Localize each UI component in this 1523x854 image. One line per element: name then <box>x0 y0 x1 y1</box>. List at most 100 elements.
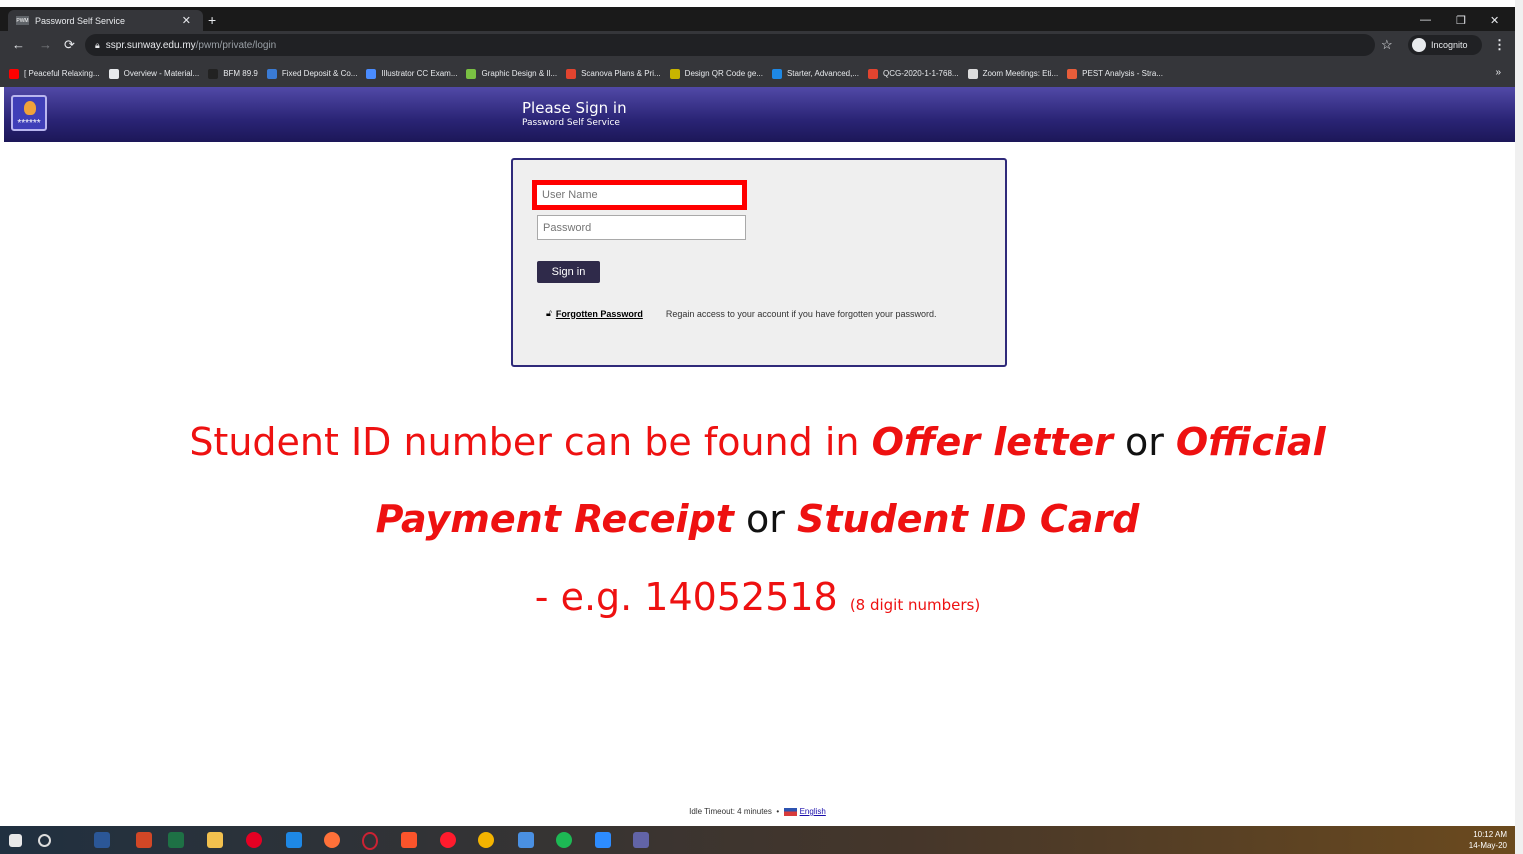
forward-icon[interactable]: → <box>39 37 52 52</box>
close-window-icon[interactable]: ✕ <box>1490 14 1499 27</box>
bookmark-item[interactable]: Graphic Design & Il... <box>466 68 558 79</box>
chrome-icon[interactable] <box>478 832 494 848</box>
spotify-icon[interactable] <box>556 832 572 848</box>
payment-receipt-text: Payment Receipt <box>375 497 734 541</box>
bookmark-item[interactable]: [ Peaceful Relaxing... <box>9 68 100 79</box>
search-icon[interactable] <box>38 834 51 847</box>
bookmark-favicon-icon <box>208 68 219 79</box>
meeting-app-icon[interactable] <box>518 832 534 848</box>
incognito-badge[interactable]: Incognito <box>1408 35 1482 55</box>
bookmark-favicon-icon <box>1067 68 1078 79</box>
windows-start-icon[interactable] <box>9 834 22 847</box>
menu-dots-icon[interactable]: ⋮ <box>1493 37 1506 53</box>
login-panel: Sign in 🔓︎ Forgotten Password Regain acc… <box>511 158 1007 367</box>
windows-taskbar: 10:12 AM 14-May-20 <box>0 826 1515 854</box>
taskbar-clock[interactable]: 10:12 AM 14-May-20 <box>1469 829 1507 851</box>
language-link[interactable]: English <box>800 807 826 816</box>
close-tab-icon[interactable]: ✕ <box>182 14 191 27</box>
bookmark-item[interactable]: BFM 89.9 <box>208 68 258 79</box>
reload-icon[interactable]: ⟳ <box>64 37 75 53</box>
bookmark-item[interactable]: Overview - Material... <box>108 68 200 79</box>
bookmark-favicon-icon <box>669 68 680 79</box>
lock-icon: 🔒︎ <box>95 39 100 50</box>
brave-icon[interactable] <box>401 832 417 848</box>
powerpoint-icon[interactable] <box>136 832 152 848</box>
bookmark-label: Overview - Material... <box>123 69 200 78</box>
bookmark-favicon-icon <box>466 68 477 79</box>
page-title: Please Sign in <box>522 99 627 117</box>
url-path: /pwm/private/login <box>195 39 277 51</box>
bookmark-label: Illustrator CC Exam... <box>381 69 458 78</box>
firefox-icon[interactable] <box>324 832 340 848</box>
word-icon[interactable] <box>94 832 110 848</box>
student-id-card-text: Student ID Card <box>796 497 1140 541</box>
instruction-line-1: Student ID number can be found in Offer … <box>0 420 1515 464</box>
page-subtitle: Password Self Service <box>522 118 620 128</box>
bookmark-label: Scanova Plans & Pri... <box>581 69 661 78</box>
new-tab-icon[interactable]: + <box>208 12 216 28</box>
bookmark-favicon-icon <box>867 68 878 79</box>
pinterest-icon[interactable] <box>246 832 262 848</box>
bookmark-label: Starter, Advanced,... <box>786 69 859 78</box>
bookmark-favicon-icon <box>9 68 19 79</box>
incognito-icon <box>1412 38 1426 52</box>
clock-date: 14-May-20 <box>1468 841 1507 850</box>
bookmark-item[interactable]: Illustrator CC Exam... <box>366 68 458 79</box>
bookmark-label: Fixed Deposit & Co... <box>281 69 358 78</box>
password-input[interactable] <box>537 215 746 240</box>
opera-gx-icon[interactable] <box>362 832 378 850</box>
bookmark-item[interactable]: Starter, Advanced,... <box>771 68 859 79</box>
bookmark-favicon-icon <box>266 68 277 79</box>
zoom-icon[interactable] <box>595 832 611 848</box>
instruction-text: Student ID number can be found in <box>189 420 872 464</box>
teams-icon[interactable] <box>633 832 649 848</box>
opera-icon[interactable] <box>440 832 456 848</box>
bookmark-item[interactable]: PEST Analysis - Stra... <box>1067 68 1163 79</box>
address-bar[interactable]: 🔒︎ sspr.sunway.edu.my /pwm/private/login <box>85 34 1375 56</box>
minimize-icon[interactable]: — <box>1420 14 1431 26</box>
bookmark-label: [ Peaceful Relaxing... <box>24 69 100 78</box>
sign-in-button[interactable]: Sign in <box>537 261 600 283</box>
bookmarks-overflow-icon[interactable]: » <box>1495 67 1501 78</box>
bookmark-favicon-icon <box>366 68 377 79</box>
forgotten-password-description: Regain access to your account if you hav… <box>665 308 937 319</box>
us-flag-icon <box>783 807 797 816</box>
or-text: or <box>1112 420 1176 464</box>
offer-letter-text: Offer letter <box>871 420 1113 464</box>
bookmark-favicon-icon <box>566 68 577 79</box>
excel-icon[interactable] <box>168 832 184 848</box>
tab-password-self-service[interactable]: PWM Password Self Service ✕ <box>8 10 203 31</box>
example-hint: (8 digit numbers) <box>849 596 981 614</box>
tab-title: Password Self Service <box>35 15 126 26</box>
back-icon[interactable]: ← <box>12 37 25 52</box>
instruction-line-2: Payment Receipt or Student ID Card <box>0 497 1515 541</box>
file-explorer-icon[interactable] <box>207 832 223 848</box>
bookmark-item[interactable]: Fixed Deposit & Co... <box>266 68 358 79</box>
bookmark-item[interactable]: Zoom Meetings: Eti... <box>967 68 1058 79</box>
bookmark-favicon-icon <box>108 68 119 79</box>
bookmark-item[interactable]: Scanova Plans & Pri... <box>566 68 661 79</box>
bookmark-label: QCG-2020-1-1-768... <box>882 69 959 78</box>
bookmark-star-icon[interactable]: ☆ <box>1381 37 1393 53</box>
bookmark-label: PEST Analysis - Stra... <box>1082 69 1163 78</box>
tab-strip: PWM Password Self Service ✕ + — ❐ ✕ <box>0 7 1515 31</box>
bookmark-item[interactable]: Design QR Code ge... <box>669 68 763 79</box>
bookmark-label: Graphic Design & Il... <box>481 69 558 78</box>
pwm-logo: ****** <box>11 95 47 131</box>
restore-icon[interactable]: ❐ <box>1456 14 1466 27</box>
bookmark-favicon-icon <box>967 68 978 79</box>
logo-stars: ****** <box>17 118 41 129</box>
trello-icon[interactable] <box>286 832 302 848</box>
clock-time: 10:12 AM <box>1473 830 1507 839</box>
browser-toolbar: ← → ⟳ 🔒︎ sspr.sunway.edu.my /pwm/private… <box>0 31 1515 60</box>
bookmark-item[interactable]: QCG-2020-1-1-768... <box>867 68 959 79</box>
page-footer: Idle Timeout: 4 minutes • English <box>0 807 1515 816</box>
bookmark-label: BFM 89.9 <box>223 69 258 78</box>
username-input[interactable] <box>532 180 747 210</box>
or-text-2: or <box>733 497 797 541</box>
bookmark-favicon-icon <box>771 68 782 79</box>
page-header: ****** Please Sign in Password Self Serv… <box>4 87 1515 142</box>
pwm-favicon-icon: PWM <box>16 16 29 25</box>
user-face-icon <box>24 101 36 115</box>
forgotten-password-link[interactable]: Forgotten Password <box>556 309 643 319</box>
